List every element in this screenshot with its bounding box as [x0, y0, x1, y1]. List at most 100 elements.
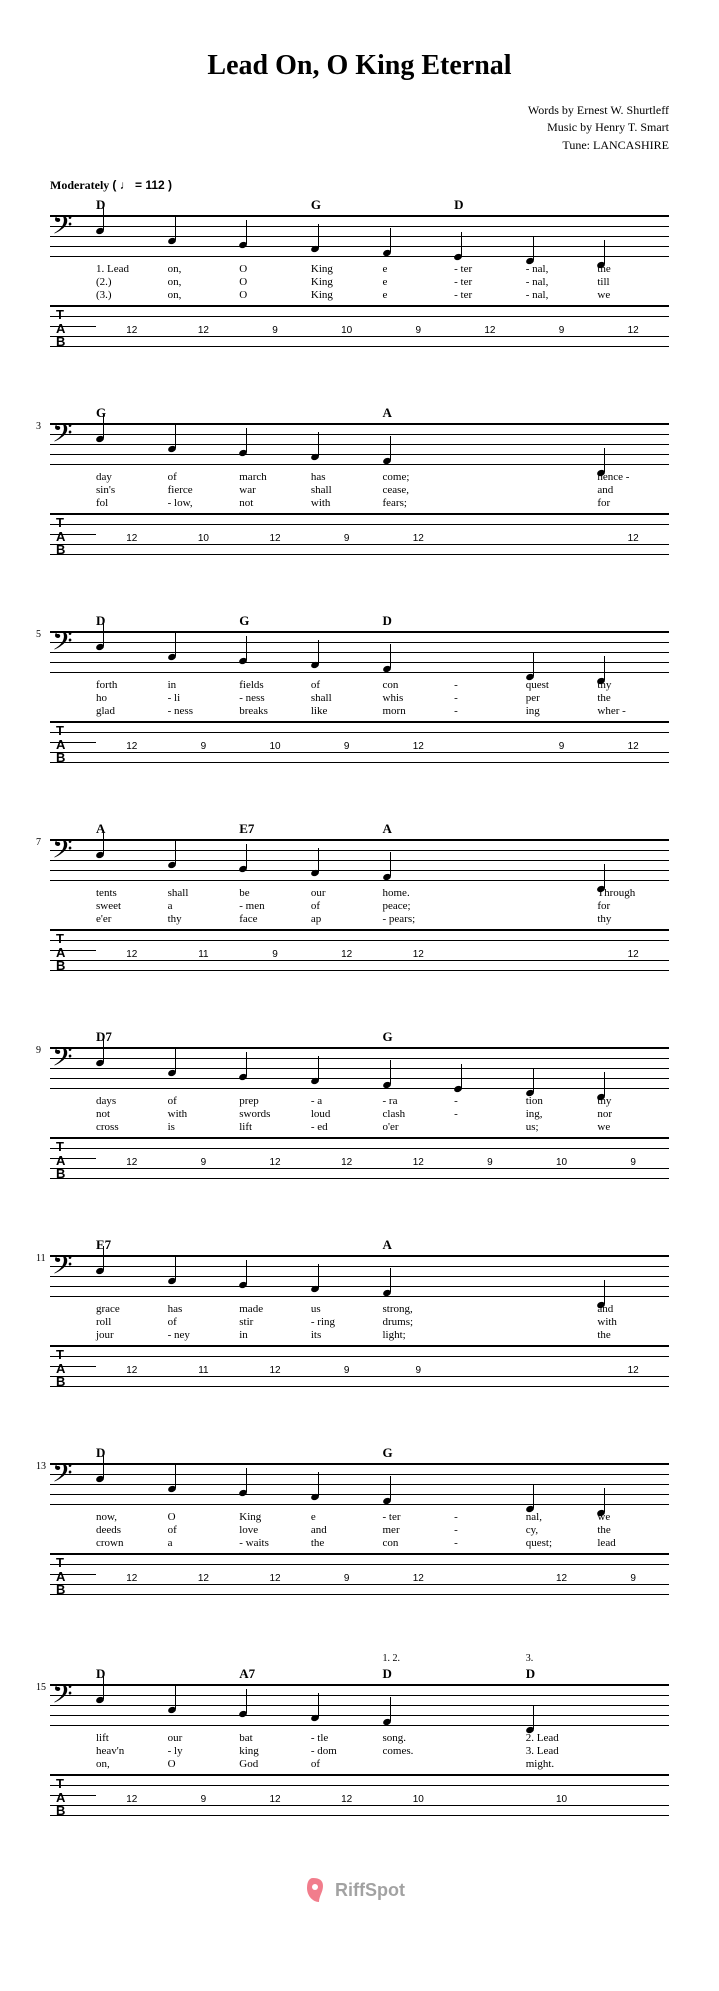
staff-system: 1. 2.3.DA7DD15𝄢liftourbat- tlesong.2. Le…	[50, 1653, 669, 1816]
bar-number: 15	[36, 1682, 46, 1693]
chord-symbol	[311, 405, 383, 421]
chord-symbol	[239, 405, 311, 421]
chord-symbol: G	[383, 1445, 455, 1461]
lyric-line: daysofprep- a- ra-tionthy	[96, 1095, 669, 1107]
tablature-staff: TAB1291212129109	[50, 1137, 669, 1179]
chord-symbol	[597, 405, 669, 421]
lyric-line: gracehasmadeusstrong,and	[96, 1303, 669, 1315]
credits-block: Words by Ernest W. Shurtleff Music by He…	[50, 102, 669, 154]
fret-number: 9	[168, 741, 240, 751]
chord-symbol: D	[454, 197, 526, 213]
chord-symbol	[168, 1237, 240, 1253]
fret-number: 10	[311, 325, 383, 335]
chord-symbol	[454, 1445, 526, 1461]
fret-number	[526, 1365, 598, 1375]
chord-symbol	[311, 1666, 383, 1682]
fret-number: 12	[96, 949, 168, 959]
chord-symbol	[526, 405, 598, 421]
chord-symbol	[383, 197, 455, 213]
fret-number: 12	[96, 325, 168, 335]
fret-number: 10	[526, 1794, 598, 1804]
fret-number: 12	[168, 1573, 240, 1583]
fret-number: 12	[383, 949, 455, 959]
fret-number: 12	[239, 1573, 311, 1583]
bass-clef-icon: 𝄢	[52, 836, 73, 868]
chord-symbol	[311, 1029, 383, 1045]
tablature-staff: TAB1212910912912	[50, 305, 669, 347]
tablature-staff: TAB121212912129	[50, 1553, 669, 1595]
music-staff: 𝄢	[50, 631, 669, 673]
staff-system: AE7A7𝄢tentsshallbeourhome.Throughsweeta-…	[50, 821, 669, 971]
lyric-line: sin'sfiercewarshallcease,and	[96, 484, 669, 496]
fret-number: 9	[383, 325, 455, 335]
chord-row: DG	[50, 1445, 669, 1461]
fret-number: 12	[383, 1573, 455, 1583]
fret-number: 12	[96, 741, 168, 751]
chord-symbol	[311, 821, 383, 837]
fret-number	[526, 949, 598, 959]
bar-number: 3	[36, 421, 41, 432]
chord-symbol: G	[96, 405, 168, 421]
fret-number: 12	[96, 1794, 168, 1804]
chord-symbol	[239, 1445, 311, 1461]
chord-symbol	[597, 1029, 669, 1045]
fret-number	[454, 533, 526, 543]
bass-clef-icon: 𝄢	[52, 1460, 73, 1492]
lyric-line: tentsshallbeourhome.Through	[96, 887, 669, 899]
fret-number: 9	[311, 533, 383, 543]
fret-number: 12	[168, 325, 240, 335]
chord-symbol: A	[383, 1237, 455, 1253]
tablature-staff: TAB12119121212	[50, 929, 669, 971]
fret-number: 11	[168, 949, 240, 959]
music-staff: 𝄢	[50, 1047, 669, 1089]
fret-number: 12	[383, 533, 455, 543]
fret-number: 10	[526, 1157, 598, 1167]
chord-symbol	[168, 613, 240, 629]
tablature-staff: TAB1211129912	[50, 1345, 669, 1387]
tempo-marking: Moderately ( ♩ = 112 )	[50, 178, 669, 193]
chord-symbol	[311, 1237, 383, 1253]
fret-number	[454, 1794, 526, 1804]
lyric-line: rollofstir- ringdrums;with	[96, 1316, 669, 1328]
fret-number: 9	[311, 741, 383, 751]
chord-row: DA7DD	[50, 1666, 669, 1682]
lyrics-block: now,OKinge- ter-nal,wedeedsofloveandmer-…	[50, 1511, 669, 1549]
lyric-line: notwithswordsloudclash-ing,nor	[96, 1108, 669, 1120]
chord-symbol	[454, 1666, 526, 1682]
fret-number: 9	[168, 1794, 240, 1804]
fret-number: 12	[239, 1157, 311, 1167]
tab-label: TAB	[56, 724, 65, 765]
chord-symbol	[168, 1029, 240, 1045]
staff-system: E7A11𝄢gracehasmadeusstrong,androllofstir…	[50, 1237, 669, 1387]
lyric-line: sweeta- menofpeace;for	[96, 900, 669, 912]
tab-label: TAB	[56, 1777, 65, 1818]
lyric-line: dayofmarchhascome;hence -	[96, 471, 669, 483]
chord-symbol	[454, 1029, 526, 1045]
tablature-staff: TAB12912121010	[50, 1774, 669, 1816]
fret-number: 9	[239, 325, 311, 335]
fret-number: 12	[239, 1365, 311, 1375]
lyrics-block: dayofmarchhascome;hence -sin'sfiercewars…	[50, 471, 669, 509]
chord-symbol: E7	[239, 821, 311, 837]
staff-system: DGD𝄢1. Leadon,OKinge- ter- nal,the(2.)on…	[50, 197, 669, 347]
staff-system: D7G9𝄢daysofprep- a- ra-tionthynotwithswo…	[50, 1029, 669, 1179]
fret-number: 12	[597, 1365, 669, 1375]
tablature-staff: TAB12910912912	[50, 721, 669, 763]
chord-row: GA	[50, 405, 669, 421]
chord-symbol: G	[311, 197, 383, 213]
riffspot-watermark: RiffSpot	[50, 1874, 669, 1911]
chord-symbol	[597, 821, 669, 837]
lyrics-block: gracehasmadeusstrong,androllofstir- ring…	[50, 1303, 669, 1341]
chord-symbol: D	[526, 1666, 598, 1682]
chord-symbol: D	[383, 1666, 455, 1682]
fret-number: 12	[96, 1365, 168, 1375]
music-staff: 𝄢	[50, 839, 669, 881]
fret-number: 12	[383, 1157, 455, 1167]
chord-symbol: D7	[96, 1029, 168, 1045]
fret-number: 12	[454, 325, 526, 335]
chord-symbol	[454, 1237, 526, 1253]
bass-clef-icon: 𝄢	[52, 1681, 73, 1713]
tab-label: TAB	[56, 1556, 65, 1597]
chord-symbol: D	[383, 613, 455, 629]
bass-clef-icon: 𝄢	[52, 1252, 73, 1284]
